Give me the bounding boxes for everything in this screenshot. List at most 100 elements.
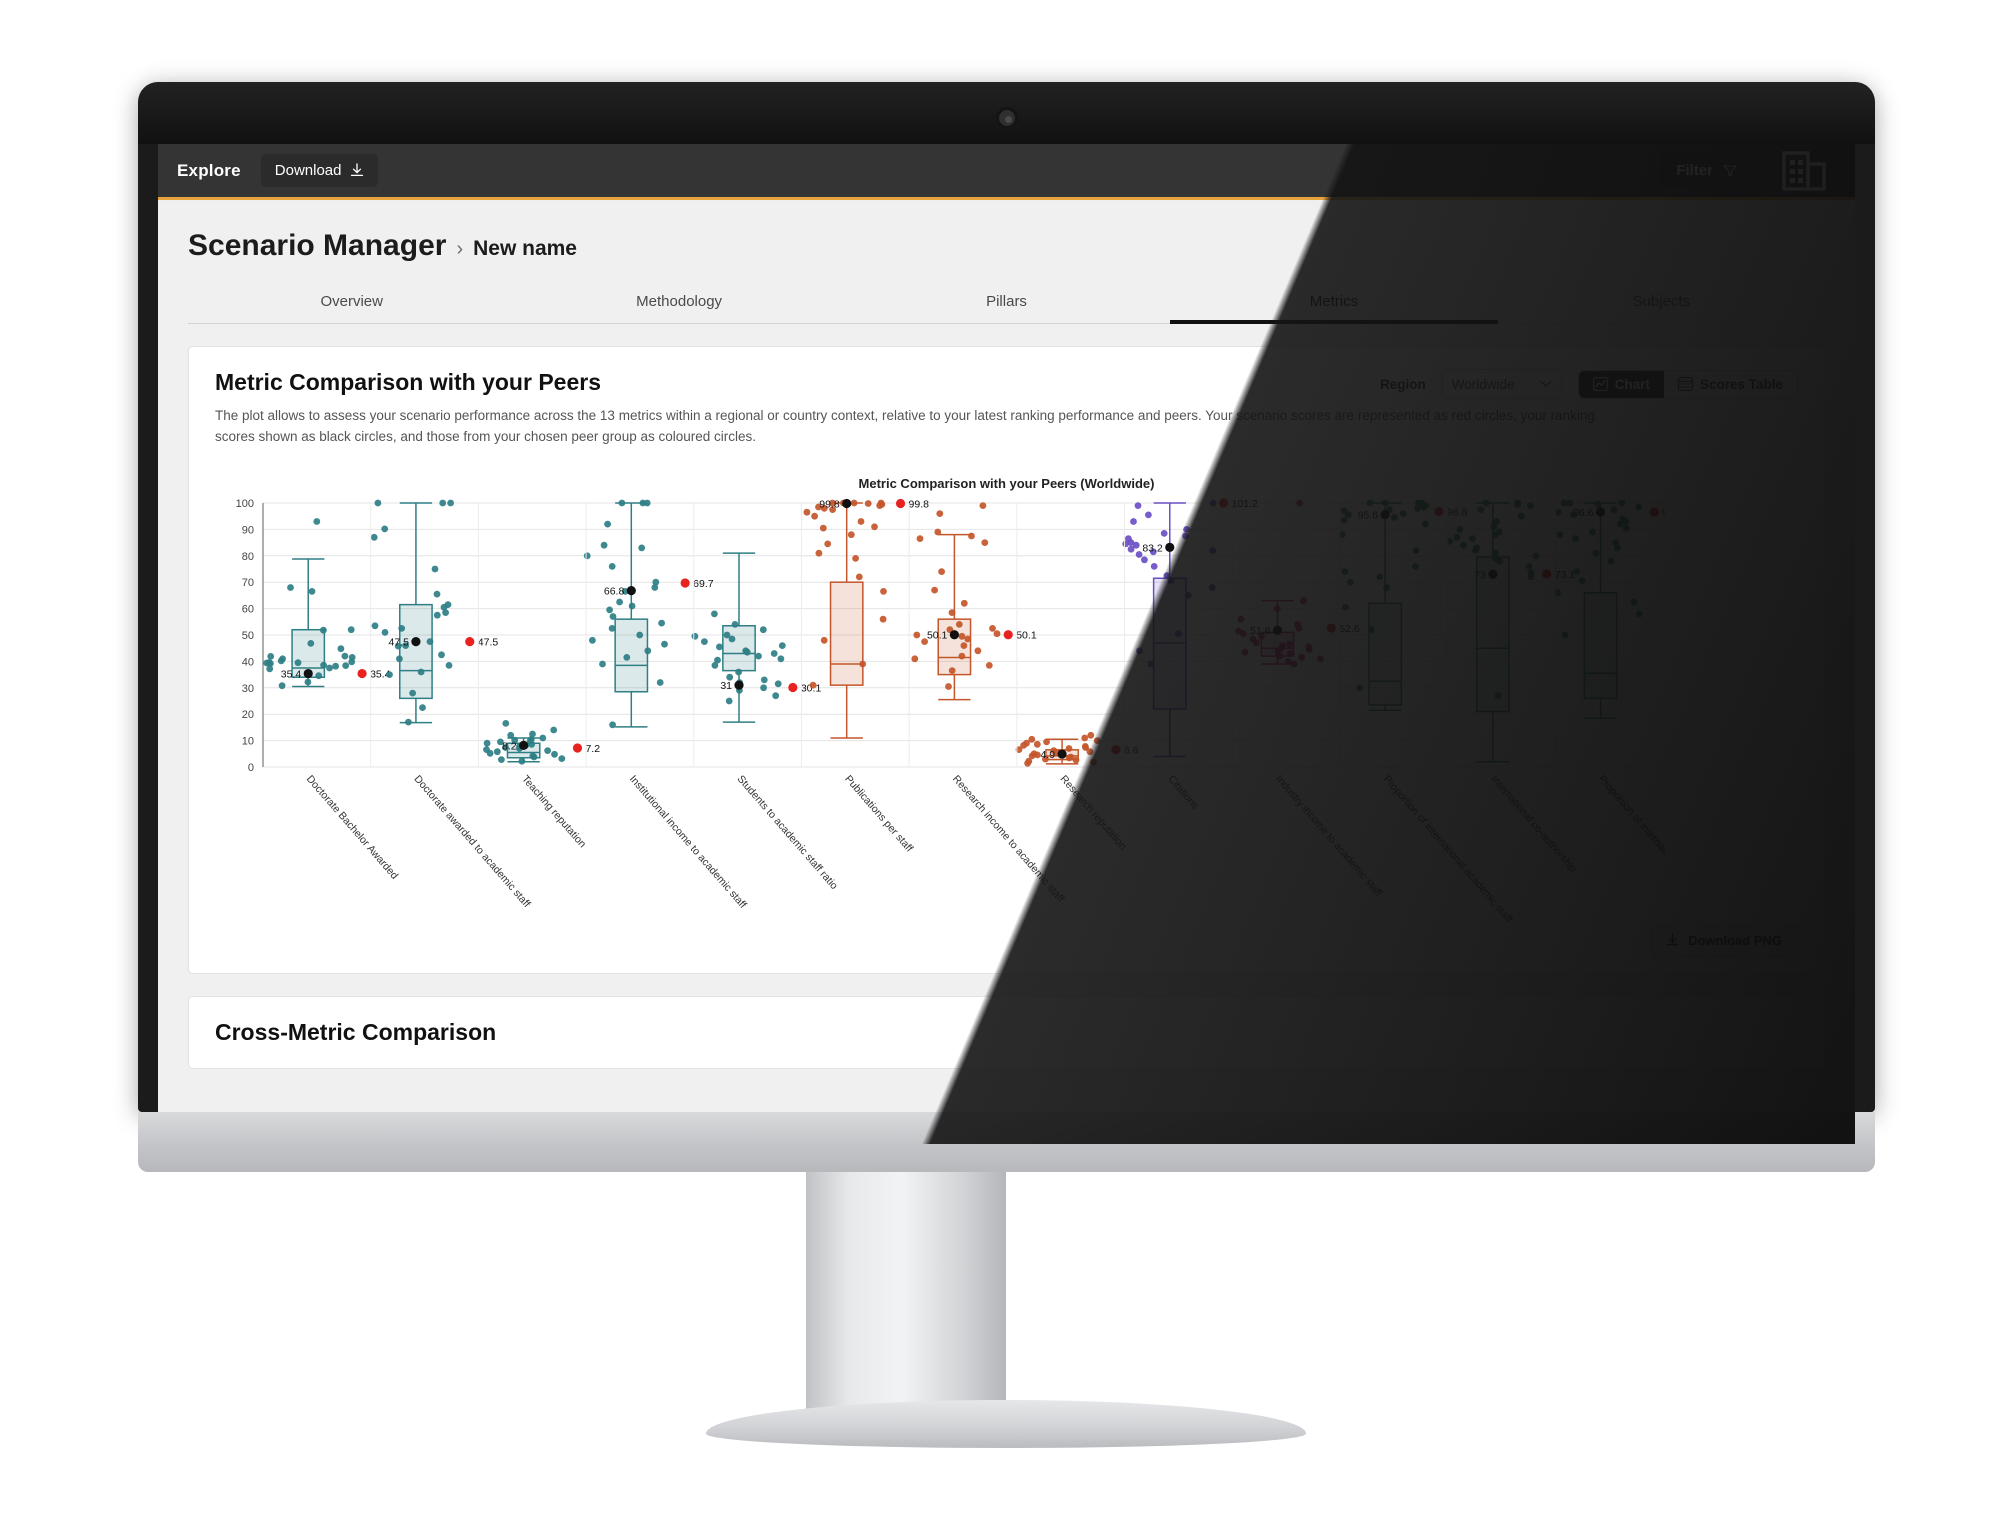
ranking-score-label: 35.4 xyxy=(281,668,302,680)
scenario-score-point[interactable] xyxy=(357,668,367,678)
peer-point xyxy=(1472,546,1479,554)
peer-point xyxy=(1517,512,1525,520)
region-select[interactable]: Worldwide xyxy=(1441,369,1562,399)
metric-group[interactable]: 99.8 99.8 xyxy=(803,498,930,739)
tab-metrics[interactable]: Metrics xyxy=(1170,285,1499,324)
metric-group[interactable]: 73 73.1 xyxy=(1446,499,1575,763)
metric-group[interactable]: 47.5 47.5 xyxy=(370,499,499,726)
scenario-score-point[interactable] xyxy=(572,743,583,753)
page-title[interactable]: Scenario Manager xyxy=(188,229,446,263)
ranking-score-point[interactable] xyxy=(411,636,421,647)
ranking-score-point[interactable] xyxy=(1165,542,1175,552)
ranking-score-point[interactable] xyxy=(1595,507,1606,517)
peer-point xyxy=(1087,731,1095,739)
toggle-chart[interactable]: Chart xyxy=(1578,370,1664,398)
box[interactable] xyxy=(1583,591,1618,699)
scenario-score-point[interactable] xyxy=(788,682,798,692)
explore-label[interactable]: Explore xyxy=(177,161,241,181)
peer-point xyxy=(880,587,887,595)
peer-point xyxy=(993,630,1001,637)
box[interactable] xyxy=(614,618,649,693)
box[interactable] xyxy=(399,603,433,699)
metric-group[interactable]: 50.1 50.1 xyxy=(911,502,1037,701)
scenario-score-point[interactable] xyxy=(465,636,475,647)
peer-point xyxy=(1391,513,1398,521)
y-axis-tick-label: 30 xyxy=(242,683,254,695)
box[interactable] xyxy=(829,581,864,686)
peer-point xyxy=(616,598,623,606)
ranking-score-point[interactable] xyxy=(842,498,852,508)
y-axis-tick-label: 50 xyxy=(242,630,254,642)
ranking-score-point[interactable] xyxy=(949,629,959,640)
peer-point xyxy=(1237,615,1245,623)
tab-pillars[interactable]: Pillars xyxy=(843,285,1170,323)
peer-point xyxy=(1252,639,1260,647)
metric-group[interactable]: 35.4 35.4 xyxy=(263,517,391,689)
scenario-score-point[interactable] xyxy=(1542,569,1552,579)
ranking-score-point[interactable] xyxy=(303,668,313,678)
download-png-button[interactable]: Download PNG xyxy=(1650,923,1798,957)
scenario-score-point[interactable] xyxy=(1003,629,1013,640)
ranking-score-point[interactable] xyxy=(1272,625,1283,635)
ranking-score-point[interactable] xyxy=(734,680,744,690)
peer-point xyxy=(871,523,878,531)
box[interactable] xyxy=(937,618,972,676)
peer-point xyxy=(774,680,782,688)
box[interactable] xyxy=(722,624,756,672)
ranking-score-label: 95.6 xyxy=(1358,509,1379,521)
peer-point xyxy=(811,512,818,520)
peer-point xyxy=(938,568,945,575)
tab-methodology[interactable]: Methodology xyxy=(515,285,842,323)
peer-point xyxy=(1134,502,1142,509)
tab-subjects[interactable]: Subjects xyxy=(1498,285,1825,323)
scenario-score-label: 96.8 xyxy=(1447,506,1468,518)
x-axis-category-label: Doctorate Bachelor Awarded xyxy=(304,773,401,882)
toggle-scores-table[interactable]: Scores Table xyxy=(1664,371,1797,398)
ranking-score-point[interactable] xyxy=(1057,749,1067,759)
box[interactable] xyxy=(1368,602,1403,706)
peer-point xyxy=(1122,540,1130,548)
metric-group[interactable]: 51.8 52.6 xyxy=(1235,499,1360,668)
ranking-score-point[interactable] xyxy=(1488,569,1498,579)
scenario-score-point[interactable] xyxy=(1434,506,1444,516)
peer-point xyxy=(1607,557,1615,565)
metric-group[interactable]: 83.2 101.2 xyxy=(1122,498,1258,758)
scenario-score-point[interactable] xyxy=(895,498,906,508)
metric-group[interactable]: 8.2 7.2 xyxy=(483,719,600,765)
peer-point xyxy=(539,734,547,742)
peer-point xyxy=(658,619,665,627)
peer-point xyxy=(815,549,823,557)
scenario-score-point[interactable] xyxy=(1111,744,1121,755)
peer-point xyxy=(342,662,350,669)
metric-group[interactable]: 95.6 96.8 xyxy=(1338,499,1468,711)
x-axis-category-label: Research reputation xyxy=(1058,773,1129,852)
monitor-bezel: Explore Download Filter Scenario Manager… xyxy=(138,82,1875,1144)
peer-point xyxy=(326,664,333,672)
peer-point xyxy=(716,643,723,651)
peer-point xyxy=(483,739,491,747)
tab-overview[interactable]: Overview xyxy=(188,285,515,323)
scenario-score-point[interactable] xyxy=(680,578,690,588)
scenario-score-label: 6.6 xyxy=(1124,744,1139,756)
scenario-score-point[interactable] xyxy=(1326,623,1336,633)
chart-title: Metric Comparison with your Peers (World… xyxy=(858,475,1155,491)
peer-point xyxy=(371,622,379,630)
filter-button[interactable]: Filter xyxy=(1660,154,1753,187)
ranking-score-label: 66.8 xyxy=(604,585,625,597)
ranking-score-point[interactable] xyxy=(1380,509,1390,520)
metric-group[interactable]: 4.9 6.6 xyxy=(1015,731,1139,767)
building-logo-icon[interactable] xyxy=(1781,150,1827,192)
peer-point xyxy=(1024,759,1031,767)
download-button[interactable]: Download xyxy=(260,154,379,187)
ranking-score-point[interactable] xyxy=(519,740,529,750)
y-axis-tick-label: 60 xyxy=(242,603,254,615)
peer-point xyxy=(879,615,887,623)
filter-button-label: Filter xyxy=(1676,162,1713,179)
scenario-score-point[interactable] xyxy=(1219,498,1229,508)
scenario-score-point[interactable] xyxy=(1649,507,1659,517)
ranking-score-point[interactable] xyxy=(626,585,636,596)
peer-point xyxy=(974,647,982,655)
peer-point xyxy=(638,544,646,552)
box-plot-chart[interactable]: 010203040506070809010035.4 35.4Doctorate … xyxy=(215,495,1665,955)
peer-point xyxy=(985,661,993,669)
